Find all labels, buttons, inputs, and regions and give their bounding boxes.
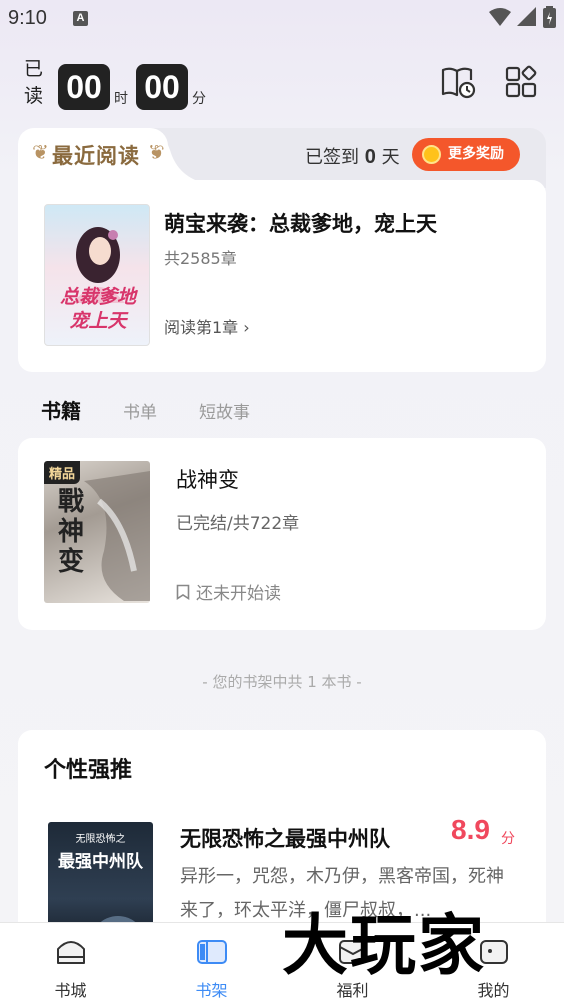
- signed-suffix: 天: [381, 147, 400, 168]
- minutes-unit: 分: [192, 91, 206, 107]
- tab-short-stories[interactable]: 短故事: [199, 398, 250, 423]
- tab-books[interactable]: 书籍: [41, 395, 81, 424]
- shelf-book-status: 已完结/共722章: [176, 514, 300, 534]
- battery-icon: [543, 6, 556, 28]
- status-icons: [489, 6, 556, 28]
- hours-box: 00: [58, 64, 110, 110]
- timer-label-2: 读: [24, 85, 44, 107]
- cover-title-line1: 无限恐怖之: [75, 834, 126, 845]
- book-cover[interactable]: 精品 戰神变: [44, 461, 150, 603]
- reading-timer: 已 读 00 时 00 分: [24, 56, 214, 110]
- shelf-book-title: 战神变: [176, 468, 239, 492]
- shelf-tabs: 书籍 书单 短故事: [41, 395, 292, 424]
- sign-in-status: 已签到 0 天: [305, 143, 400, 169]
- category-grid-icon[interactable]: [504, 64, 540, 100]
- premium-badge: 精品: [44, 461, 81, 484]
- recommend-score: 8.9: [451, 814, 490, 845]
- nav-bookshelf[interactable]: 书架: [141, 923, 282, 1004]
- recommend-score-unit: 分: [501, 831, 515, 847]
- cover-title: 总裁爹地 宠上天: [49, 285, 147, 333]
- coin-icon: [422, 145, 441, 164]
- recent-reading-card: ❦ 最近阅读 ❦ 已签到 0 天 更多奖励 总裁爹地 宠上天 萌宝来袭：总裁爹地…: [18, 128, 546, 372]
- cover-title: 戰神变: [58, 487, 85, 577]
- reading-history-icon[interactable]: [440, 64, 476, 100]
- status-bar: 9:10 A: [0, 0, 564, 40]
- recommend-book-title[interactable]: 无限恐怖之最强中州队: [180, 823, 390, 853]
- bookshelf-icon: [196, 940, 227, 964]
- status-time: 9:10: [8, 7, 47, 29]
- hours-unit: 时: [114, 91, 128, 107]
- shelf-count-text: - 您的书架中共 1 本书 -: [202, 673, 362, 691]
- bookmark-icon: [176, 584, 190, 600]
- tab-booklists[interactable]: 书单: [123, 398, 157, 423]
- bookstore-icon: [56, 941, 85, 964]
- signed-prefix: 已签到: [305, 147, 359, 168]
- read-progress: 阅读第1章: [164, 318, 239, 337]
- cover-title-line2: 宠上天: [69, 310, 127, 332]
- signed-days: 0: [364, 146, 376, 168]
- progress-label: 还未开始读: [196, 584, 281, 604]
- book-cover[interactable]: 总裁爹地 宠上天: [44, 204, 150, 346]
- wifi-icon: [489, 8, 511, 26]
- recent-book-title[interactable]: 萌宝来袭：总裁爹地，宠上天: [164, 208, 437, 238]
- timer-label-1: 已: [24, 58, 44, 80]
- reward-label: 更多奖励: [448, 146, 504, 162]
- recent-title: 最近阅读: [52, 144, 140, 168]
- cover-title-line1: 总裁爹地: [59, 286, 136, 308]
- cover-title-line2: 最强中州队: [58, 852, 143, 872]
- recommend-heading: 个性强推: [44, 758, 133, 783]
- timer-label: 已 读: [24, 56, 48, 110]
- nav-bookstore[interactable]: 书城: [0, 923, 141, 1004]
- laurel-left-icon: ❦: [32, 140, 49, 164]
- notification-icon: A: [73, 11, 88, 26]
- chevron-right-icon: ›: [243, 318, 250, 337]
- continue-reading-link[interactable]: 阅读第1章 ›: [164, 314, 250, 338]
- laurel-right-icon: ❦: [148, 140, 165, 164]
- more-rewards-button[interactable]: 更多奖励: [412, 138, 520, 171]
- shelf-book-card[interactable]: 精品 戰神变 战神变 已完结/共722章 还未开始读: [18, 438, 546, 630]
- recent-book-chapters: 共2585章: [164, 249, 237, 268]
- nav-label-bookstore: 书城: [54, 981, 87, 1000]
- nav-label-bookshelf: 书架: [195, 981, 228, 1000]
- watermark-logo: 大玩家: [282, 906, 486, 984]
- signal-icon: [517, 7, 536, 26]
- minutes-box: 00: [136, 64, 188, 110]
- shelf-book-progress: 还未开始读: [176, 579, 281, 604]
